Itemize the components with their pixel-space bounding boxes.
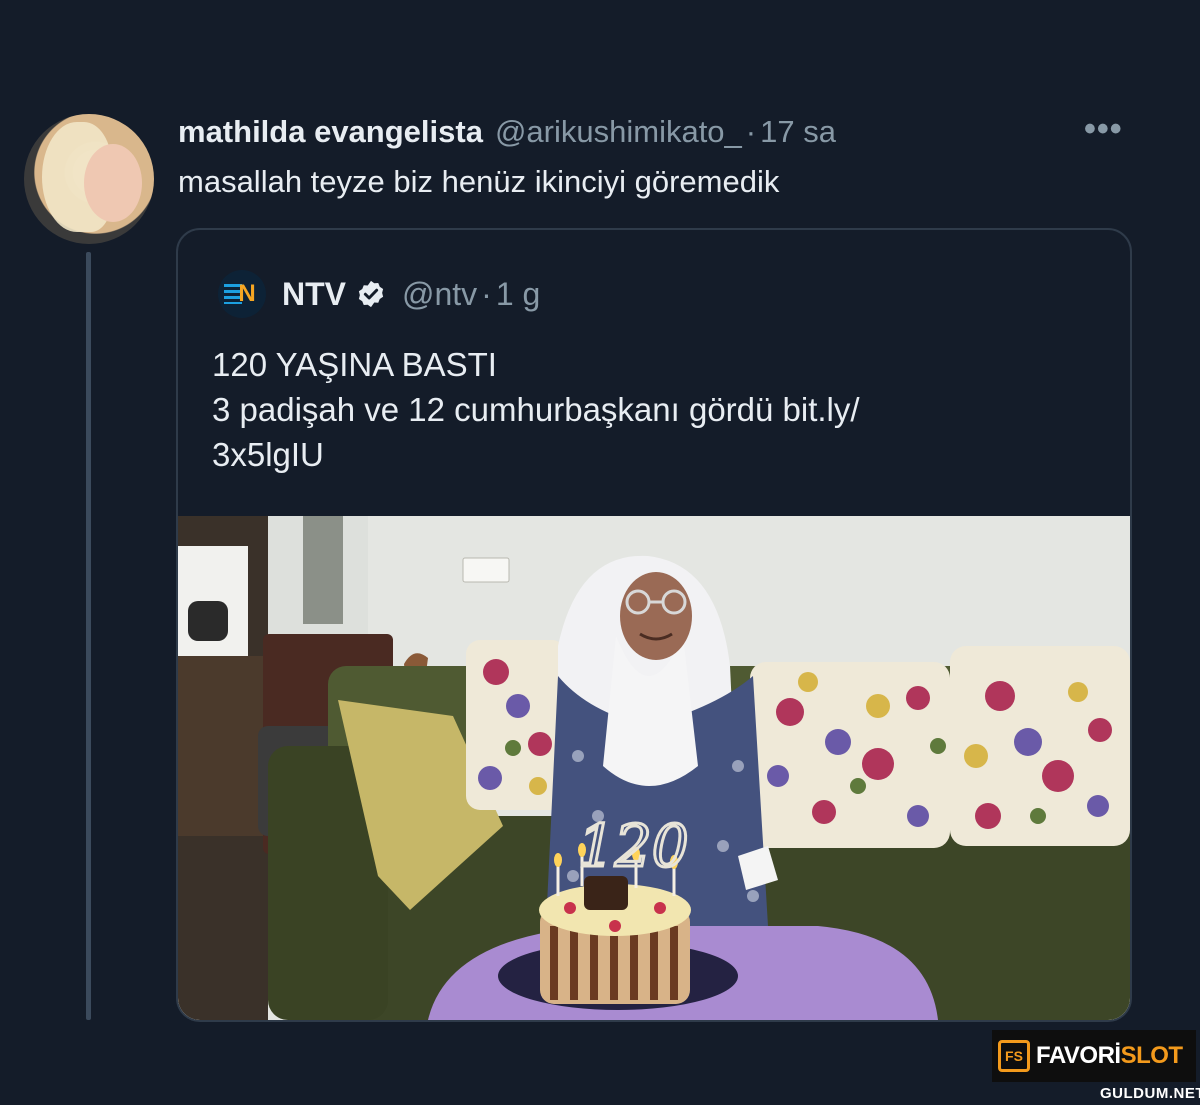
watermark-brand-main: FAVORİ: [1036, 1042, 1121, 1069]
watermark-brand-accent: SLOT: [1120, 1042, 1184, 1069]
avatar-face: [84, 144, 142, 222]
cake-number-candles: 120: [578, 812, 689, 880]
quoted-time[interactable]: 1 g: [496, 276, 540, 313]
verified-badge-icon: [358, 280, 384, 308]
brand-logo-icon: FS: [998, 1040, 1030, 1072]
birthday-photo: 120: [178, 516, 1130, 1020]
watermark-brand: FAVORİSLOT: [1036, 1042, 1183, 1070]
quoted-text-line[interactable]: 3 padişah ve 12 cumhurbaşkanı gördü bit.…: [212, 387, 1092, 432]
quoted-tweet-header: N NTV @ntv · 1 g: [218, 270, 540, 318]
tweet-time[interactable]: 17 sa: [760, 114, 836, 150]
quoted-text-line: 120 YAŞINA BASTI: [212, 346, 497, 383]
watermark-site: GULDUM.NET: [1100, 1085, 1200, 1102]
tweet-text: masallah teyze biz henüz ikinciyi göreme…: [178, 164, 780, 199]
quoted-text-line[interactable]: 3x5lgIU: [212, 432, 1092, 477]
more-options-icon[interactable]: •••: [1084, 112, 1123, 146]
display-name[interactable]: mathilda evangelista: [178, 114, 483, 150]
ntv-logo-letter: N: [238, 280, 256, 307]
site-watermark: FS FAVORİSLOT: [992, 1030, 1196, 1082]
user-avatar[interactable]: [24, 114, 154, 244]
thread-line: [86, 252, 91, 1020]
quoted-tweet-text: 120 YAŞINA BASTI 3 padişah ve 12 cumhurb…: [212, 342, 1092, 477]
quoted-separator-dot: ·: [481, 275, 492, 312]
quoted-handle[interactable]: @ntv: [402, 276, 477, 313]
tweet[interactable]: mathilda evangelista @arikushimikato_ · …: [0, 0, 1200, 1105]
ntv-avatar[interactable]: N: [218, 270, 266, 318]
user-handle[interactable]: @arikushimikato_: [495, 114, 742, 150]
quoted-tweet-photo[interactable]: 120: [178, 516, 1130, 1020]
quoted-display-name[interactable]: NTV: [282, 276, 346, 313]
quoted-tweet[interactable]: N NTV @ntv · 1 g 120 YAŞINA BASTI 3 padi…: [176, 228, 1132, 1022]
tweet-header: mathilda evangelista @arikushimikato_ · …: [178, 112, 836, 152]
separator-dot: ·: [745, 114, 757, 149]
